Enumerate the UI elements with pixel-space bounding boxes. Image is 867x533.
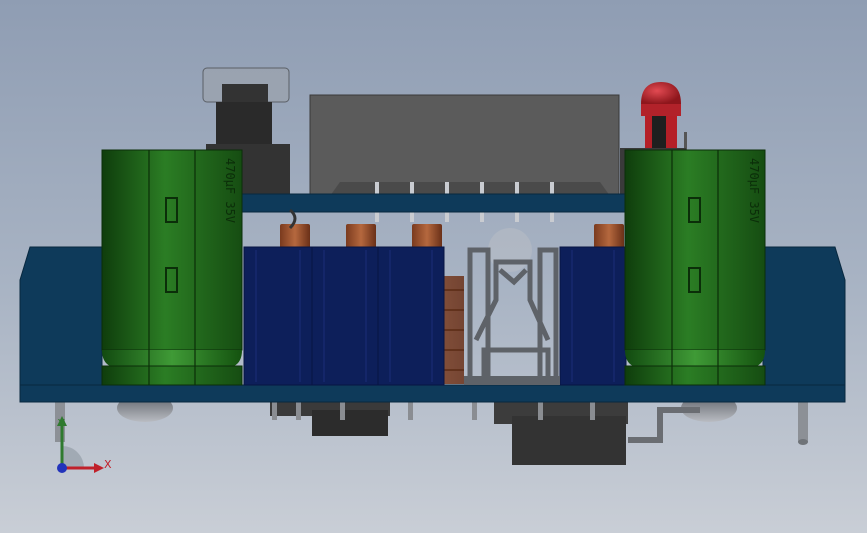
bottom-connector-left-body <box>312 410 388 436</box>
x-axis-head <box>94 463 104 473</box>
coil-4 <box>594 224 624 250</box>
heatsink-2 <box>311 246 379 386</box>
capacitor-left-label: 470µF 35V <box>223 158 237 223</box>
capacitor-left-groove <box>102 350 242 366</box>
main-pcb <box>19 384 846 403</box>
capacitor-right-groove <box>625 350 765 366</box>
cad-assembly-view: 470µF 35V 470µF 35V Y X <box>19 67 846 473</box>
x-axis-label: X <box>104 458 112 471</box>
led-dome <box>641 82 681 104</box>
capacitor-left-body <box>101 149 243 351</box>
switch-collar <box>216 102 272 146</box>
coil-1 <box>280 224 310 250</box>
capacitor-right-body <box>624 149 766 351</box>
metal-frame-foot <box>464 376 560 385</box>
bottom-components <box>55 394 808 465</box>
z-axis-dot <box>57 463 67 473</box>
upper-pcb <box>235 193 629 213</box>
bracket-right <box>762 246 846 386</box>
capacitor-right: 470µF 35V <box>624 149 766 386</box>
pin-right-tip <box>798 439 808 445</box>
heatsink-4 <box>559 246 627 386</box>
capacitor-left-foot <box>101 365 243 386</box>
ic-body <box>309 94 620 196</box>
y-axis-label: Y <box>57 417 65 430</box>
capacitor-right-foot <box>624 365 766 386</box>
coil-2 <box>346 224 376 250</box>
heatsink-3 <box>377 246 445 386</box>
heatsinks <box>243 246 627 386</box>
coordinate-triad[interactable]: Y X <box>57 416 112 473</box>
capacitor-right-label: 470µF 35V <box>747 158 761 223</box>
led-rim <box>641 104 681 116</box>
capacitor-left: 470µF 35V <box>101 149 243 386</box>
bracket-left <box>19 246 103 386</box>
pin-right <box>798 400 808 442</box>
heatsink-1 <box>243 246 313 386</box>
coil-3 <box>412 224 442 250</box>
led-holder <box>652 116 666 150</box>
bottom-connector-right-body <box>512 416 626 465</box>
